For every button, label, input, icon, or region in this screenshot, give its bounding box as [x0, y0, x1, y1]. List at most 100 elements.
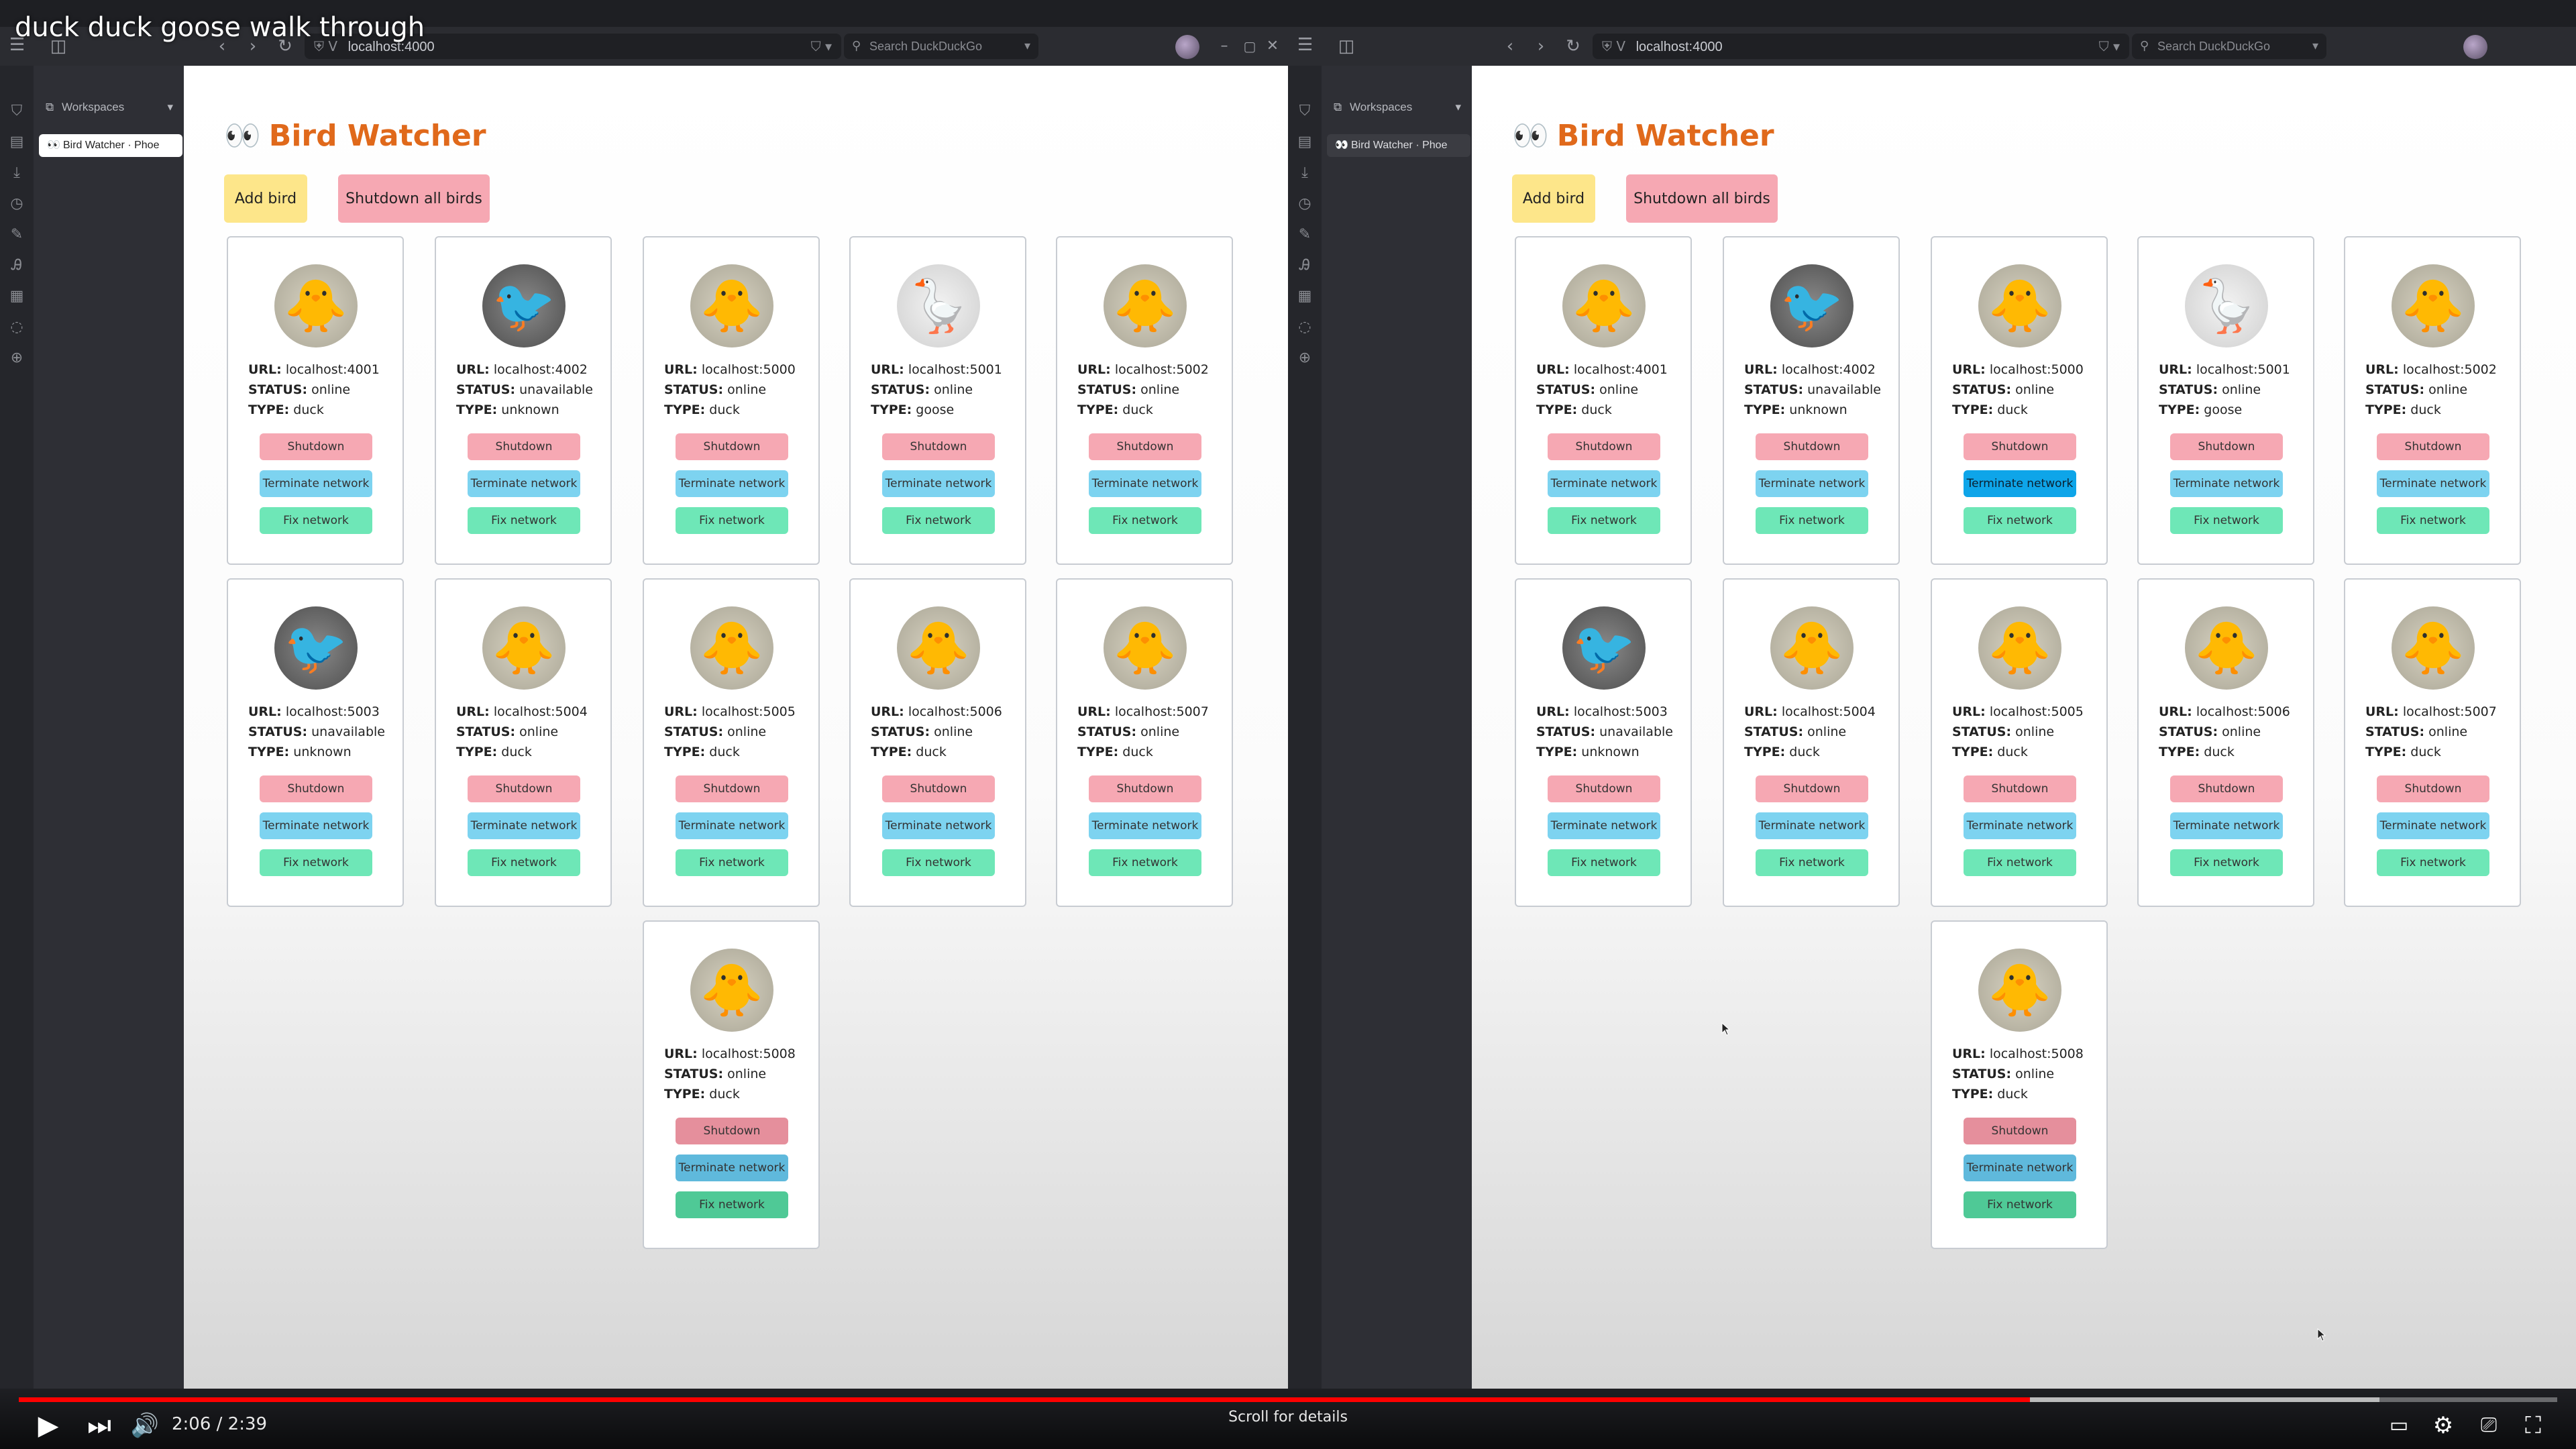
fix-network-button[interactable]: Fix network: [260, 849, 372, 876]
fix-network-button[interactable]: Fix network: [468, 849, 580, 876]
fix-network-button[interactable]: Fix network: [1089, 507, 1201, 534]
shutdown-button[interactable]: Shutdown: [1089, 775, 1201, 802]
fix-network-button[interactable]: Fix network: [676, 1191, 788, 1218]
fix-network-button[interactable]: Fix network: [260, 507, 372, 534]
shutdown-button[interactable]: Shutdown: [468, 775, 580, 802]
reload-icon[interactable]: ↻: [1562, 35, 1585, 58]
shutdown-button[interactable]: Shutdown: [1756, 775, 1868, 802]
chat-icon[interactable]: ◌: [7, 318, 26, 337]
profile-avatar[interactable]: [1175, 35, 1199, 59]
search-field[interactable]: ⚲ Search DuckDuckGo ▾: [844, 34, 1038, 59]
shutdown-button[interactable]: Shutdown: [882, 775, 995, 802]
scroll-for-details[interactable]: Scroll for details: [1221, 1409, 1355, 1426]
add-bird-button[interactable]: Add bird: [224, 174, 307, 223]
bookmarks-icon[interactable]: ⛉: [1295, 102, 1314, 121]
fix-network-button[interactable]: Fix network: [2377, 507, 2489, 534]
fix-network-button[interactable]: Fix network: [1756, 849, 1868, 876]
reading-list-icon[interactable]: ▤: [7, 133, 26, 152]
add-bird-button[interactable]: Add bird: [1512, 174, 1595, 223]
shutdown-all-button[interactable]: Shutdown all birds: [338, 174, 490, 223]
reading-list-icon[interactable]: ▤: [1295, 133, 1314, 152]
fix-network-button[interactable]: Fix network: [1964, 849, 2076, 876]
shutdown-button[interactable]: Shutdown: [260, 775, 372, 802]
workspaces-selector[interactable]: ⧉ Workspaces ▾: [39, 97, 180, 118]
fix-network-button[interactable]: Fix network: [1548, 507, 1660, 534]
shutdown-button[interactable]: Shutdown: [676, 433, 788, 460]
address-bar[interactable]: ⛨ V localhost:4000 ⛉ ▾: [1593, 34, 2129, 59]
shutdown-button[interactable]: Shutdown: [2377, 433, 2489, 460]
fix-network-button[interactable]: Fix network: [676, 849, 788, 876]
terminate-network-button[interactable]: Terminate network: [882, 812, 995, 839]
tab-bird-watcher[interactable]: 👀 Bird Watcher · Phoe: [39, 134, 182, 157]
terminate-network-button[interactable]: Terminate network: [2377, 470, 2489, 497]
video-progress-bar[interactable]: [19, 1397, 2557, 1402]
terminate-network-button[interactable]: Terminate network: [1089, 470, 1201, 497]
terminate-network-button[interactable]: Terminate network: [1089, 812, 1201, 839]
next-icon[interactable]: ⏭: [79, 1409, 119, 1442]
terminate-network-button[interactable]: Terminate network: [882, 470, 995, 497]
shutdown-button[interactable]: Shutdown: [1548, 433, 1660, 460]
downloads-icon[interactable]: ⤓: [7, 164, 26, 182]
fix-network-button[interactable]: Fix network: [1089, 849, 1201, 876]
terminate-network-button[interactable]: Terminate network: [676, 470, 788, 497]
shutdown-button[interactable]: Shutdown: [468, 433, 580, 460]
downloads-icon[interactable]: ⤓: [1295, 164, 1314, 182]
forward-icon[interactable]: ›: [1529, 35, 1552, 58]
sidebar-toggle-icon[interactable]: ◫: [1335, 35, 1358, 58]
fix-network-button[interactable]: Fix network: [2377, 849, 2489, 876]
terminate-network-button[interactable]: Terminate network: [1756, 470, 1868, 497]
add-panel-icon[interactable]: ⊕: [1295, 349, 1314, 368]
bookmark-icon[interactable]: ⛉ ▾: [811, 34, 832, 59]
fullscreen-exit-icon[interactable]: ⛶: [2513, 1409, 2553, 1442]
fix-network-button[interactable]: Fix network: [676, 507, 788, 534]
site-info-icon[interactable]: ⛨ V: [1602, 38, 1625, 54]
calendar-icon[interactable]: ▦: [1295, 287, 1314, 306]
terminate-network-button[interactable]: Terminate network: [468, 812, 580, 839]
chevron-down-icon[interactable]: ▾: [1024, 34, 1030, 59]
terminate-network-button[interactable]: Terminate network: [676, 1155, 788, 1181]
shutdown-button[interactable]: Shutdown: [2170, 433, 2283, 460]
shutdown-button[interactable]: Shutdown: [1548, 775, 1660, 802]
volume-icon[interactable]: 🔊: [125, 1409, 165, 1442]
workspaces-selector[interactable]: ⧉ Workspaces ▾: [1327, 97, 1468, 118]
shutdown-button[interactable]: Shutdown: [676, 775, 788, 802]
translate-icon[interactable]: Ꭿ: [7, 256, 26, 275]
profile-avatar[interactable]: [2463, 35, 2487, 59]
terminate-network-button[interactable]: Terminate network: [2170, 470, 2283, 497]
shutdown-all-button[interactable]: Shutdown all birds: [1626, 174, 1778, 223]
terminate-network-button[interactable]: Terminate network: [260, 812, 372, 839]
shutdown-button[interactable]: Shutdown: [1964, 775, 2076, 802]
fix-network-button[interactable]: Fix network: [1964, 1191, 2076, 1218]
history-icon[interactable]: ◷: [1295, 195, 1314, 213]
shutdown-button[interactable]: Shutdown: [1756, 433, 1868, 460]
cast-icon[interactable]: ⎚: [2469, 1409, 2509, 1442]
shutdown-button[interactable]: Shutdown: [1964, 1118, 2076, 1144]
shutdown-button[interactable]: Shutdown: [882, 433, 995, 460]
fix-network-button[interactable]: Fix network: [882, 507, 995, 534]
shutdown-button[interactable]: Shutdown: [260, 433, 372, 460]
terminate-network-button[interactable]: Terminate network: [1964, 1155, 2076, 1181]
fix-network-button[interactable]: Fix network: [1964, 507, 2076, 534]
fix-network-button[interactable]: Fix network: [1548, 849, 1660, 876]
settings-icon[interactable]: ⚙: [2423, 1409, 2463, 1442]
fix-network-button[interactable]: Fix network: [468, 507, 580, 534]
close-icon[interactable]: ✕: [1261, 35, 1284, 58]
fix-network-button[interactable]: Fix network: [2170, 849, 2283, 876]
chevron-down-icon[interactable]: ▾: [2312, 34, 2318, 59]
fix-network-button[interactable]: Fix network: [2170, 507, 2283, 534]
bookmarks-icon[interactable]: ⛉: [7, 102, 26, 121]
shutdown-button[interactable]: Shutdown: [2377, 775, 2489, 802]
notes-icon[interactable]: ✎: [7, 225, 26, 244]
terminate-network-button[interactable]: Terminate network: [2377, 812, 2489, 839]
play-icon[interactable]: ▶: [28, 1409, 68, 1442]
back-icon[interactable]: ‹: [1499, 35, 1521, 58]
shutdown-button[interactable]: Shutdown: [2170, 775, 2283, 802]
terminate-network-button[interactable]: Terminate network: [1964, 812, 2076, 839]
terminate-network-button[interactable]: Terminate network: [1756, 812, 1868, 839]
bookmark-icon[interactable]: ⛉ ▾: [2099, 34, 2120, 59]
terminate-network-button[interactable]: Terminate network: [1548, 470, 1660, 497]
calendar-icon[interactable]: ▦: [7, 287, 26, 306]
captions-icon[interactable]: ▭: [2379, 1409, 2419, 1442]
terminate-network-button[interactable]: Terminate network: [1964, 470, 2076, 497]
shutdown-button[interactable]: Shutdown: [1964, 433, 2076, 460]
